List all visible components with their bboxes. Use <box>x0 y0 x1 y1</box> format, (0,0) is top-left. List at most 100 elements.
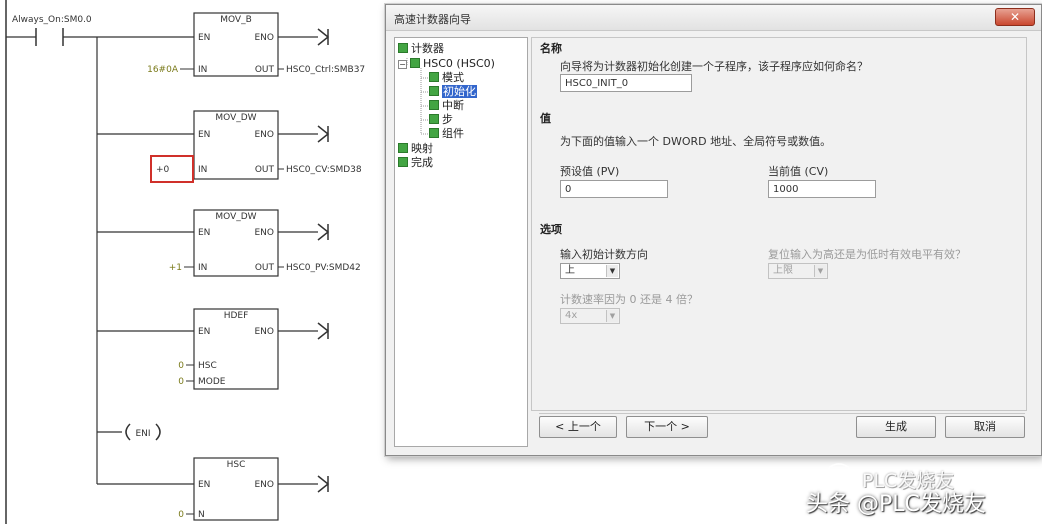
rate-value: 4x <box>565 310 578 321</box>
title-bar: 高速计数器向导 ✕ <box>386 5 1041 31</box>
preset-label: 预设值 (PV) <box>560 165 620 178</box>
in-value: +1 <box>169 263 182 273</box>
out-value: HSC0_PV:SMD42 <box>286 263 361 273</box>
watermark-source: 头条 @PLC发烧友 <box>806 492 986 517</box>
direction-label: 输入初始计数方向 <box>560 248 648 261</box>
arrow-icon <box>317 125 330 143</box>
check-icon <box>429 86 439 96</box>
block-eno: ENO <box>254 130 274 140</box>
block-in1: N <box>198 510 205 520</box>
check-icon <box>429 100 439 110</box>
arrow-icon <box>317 322 330 340</box>
prev-button[interactable]: < 上一个 <box>539 416 617 438</box>
current-label: 当前值 (CV) <box>768 165 829 178</box>
current-value-input[interactable] <box>768 180 876 198</box>
tree-item-components[interactable]: 组件 <box>429 127 464 141</box>
reset-select: 上限 ▼ <box>768 263 828 279</box>
block-out: OUT <box>255 65 275 75</box>
block-title: MOV_DW <box>215 212 256 222</box>
eni-coil[interactable]: ENI <box>125 423 161 441</box>
in1-value: 0 <box>178 510 184 520</box>
out-value: HSC0_Ctrl:SMB37 <box>286 65 365 75</box>
block-in2: MODE <box>198 377 226 387</box>
value-section-title: 值 <box>540 112 551 125</box>
block-eno: ENO <box>254 33 274 43</box>
rate-label: 计数速率因为 0 还是 4 倍？ <box>560 293 698 306</box>
block-en: EN <box>198 480 210 490</box>
block-in: IN <box>198 65 207 75</box>
wizard-panel: 名称 向导将为计数器初始化创建一个子程序，该子程序应如何命名？ 值 为下面的值输… <box>531 37 1027 411</box>
dialog-title: 高速计数器向导 <box>394 13 471 26</box>
options-section-title: 选项 <box>540 223 562 236</box>
check-icon <box>429 114 439 124</box>
name-section-title: 名称 <box>540 42 562 55</box>
hsc-wizard-dialog: 高速计数器向导 ✕ 计数器 − HSC0 (HSC0) 模式 初始化 中断 步 … <box>385 4 1042 456</box>
block-out: OUT <box>255 263 275 273</box>
wizard-tree: 计数器 − HSC0 (HSC0) 模式 初始化 中断 步 组件 映射 完成 <box>394 37 528 447</box>
in-value: 16#0A <box>147 65 179 75</box>
block-out: OUT <box>255 165 275 175</box>
in2-value: 0 <box>178 377 184 387</box>
hsc-block[interactable]: HSC EN ENO N <box>193 457 279 521</box>
finish-button[interactable]: 生成 <box>856 416 936 438</box>
rate-select: 4x ▼ <box>560 308 620 324</box>
dropdown-arrow-icon: ▼ <box>814 265 826 277</box>
ladder-diagram: Always_On:SM0.0 MOV_B EN ENO IN OUT 16#0… <box>5 0 365 524</box>
check-icon <box>398 43 408 53</box>
block-eno: ENO <box>254 327 274 337</box>
value-description: 为下面的值输入一个 DWORD 地址、全局符号或数值。 <box>560 135 832 148</box>
close-button[interactable]: ✕ <box>995 8 1035 26</box>
block-en: EN <box>198 33 210 43</box>
arrow-icon <box>317 28 330 46</box>
dropdown-arrow-icon: ▼ <box>606 310 618 322</box>
check-icon <box>429 72 439 82</box>
block-eno: ENO <box>254 228 274 238</box>
tree-item-hsc0[interactable]: − HSC0 (HSC0) <box>398 57 495 71</box>
tree-item-step[interactable]: 步 <box>429 113 453 127</box>
dropdown-arrow-icon: ▼ <box>606 265 618 277</box>
tree-item-interrupt[interactable]: 中断 <box>429 99 464 113</box>
block-title: MOV_B <box>220 15 252 25</box>
cancel-button[interactable]: 取消 <box>945 416 1025 438</box>
contact-label: Always_On:SM0.0 <box>12 15 92 25</box>
block-in: IN <box>198 263 207 273</box>
preset-value-input[interactable] <box>560 180 668 198</box>
mov-b-block[interactable]: MOV_B EN ENO IN OUT <box>193 12 279 77</box>
reset-value: 上限 <box>773 265 793 276</box>
out-value: HSC0_CV:SMD38 <box>286 165 362 175</box>
block-en: EN <box>198 130 210 140</box>
eni-label: ENI <box>135 429 150 439</box>
tree-item-mapping[interactable]: 映射 <box>398 142 433 156</box>
block-eno: ENO <box>254 480 274 490</box>
direction-value: 上 <box>565 265 575 276</box>
mov-dw-block-2[interactable]: MOV_DW EN ENO IN OUT <box>193 209 279 277</box>
subroutine-name-input[interactable] <box>560 74 692 92</box>
hdef-block[interactable]: HDEF EN ENO HSC MODE <box>193 308 279 390</box>
tree-item-init[interactable]: 初始化 <box>429 85 477 99</box>
in-value: +0 <box>156 165 170 175</box>
in1-value: 0 <box>178 361 184 371</box>
block-title: MOV_DW <box>215 113 256 123</box>
reset-label: 复位输入为高还是为低时有效电平有效？ <box>768 248 966 261</box>
block-in1: HSC <box>198 361 217 371</box>
mov-dw-block-1[interactable]: MOV_DW EN ENO IN OUT <box>193 110 279 180</box>
wechat-logo-icon <box>826 463 859 485</box>
name-prompt: 向导将为计数器初始化创建一个子程序，该子程序应如何命名？ <box>560 60 868 73</box>
arrow-icon <box>317 475 330 493</box>
button-separator <box>539 413 1025 414</box>
block-title: HDEF <box>224 311 249 321</box>
check-icon <box>410 58 420 68</box>
block-en: EN <box>198 327 210 337</box>
arrow-icon <box>317 223 330 241</box>
tree-item-finish[interactable]: 完成 <box>398 156 433 170</box>
tree-item-counter[interactable]: 计数器 <box>398 42 444 56</box>
check-icon <box>398 143 408 153</box>
collapse-icon[interactable]: − <box>398 60 407 69</box>
tree-item-mode[interactable]: 模式 <box>429 71 464 85</box>
block-in: IN <box>198 165 207 175</box>
block-en: EN <box>198 228 210 238</box>
check-icon <box>429 128 439 138</box>
direction-select[interactable]: 上 ▼ <box>560 263 620 279</box>
check-icon <box>398 157 408 167</box>
next-button[interactable]: 下一个 > <box>626 416 708 438</box>
